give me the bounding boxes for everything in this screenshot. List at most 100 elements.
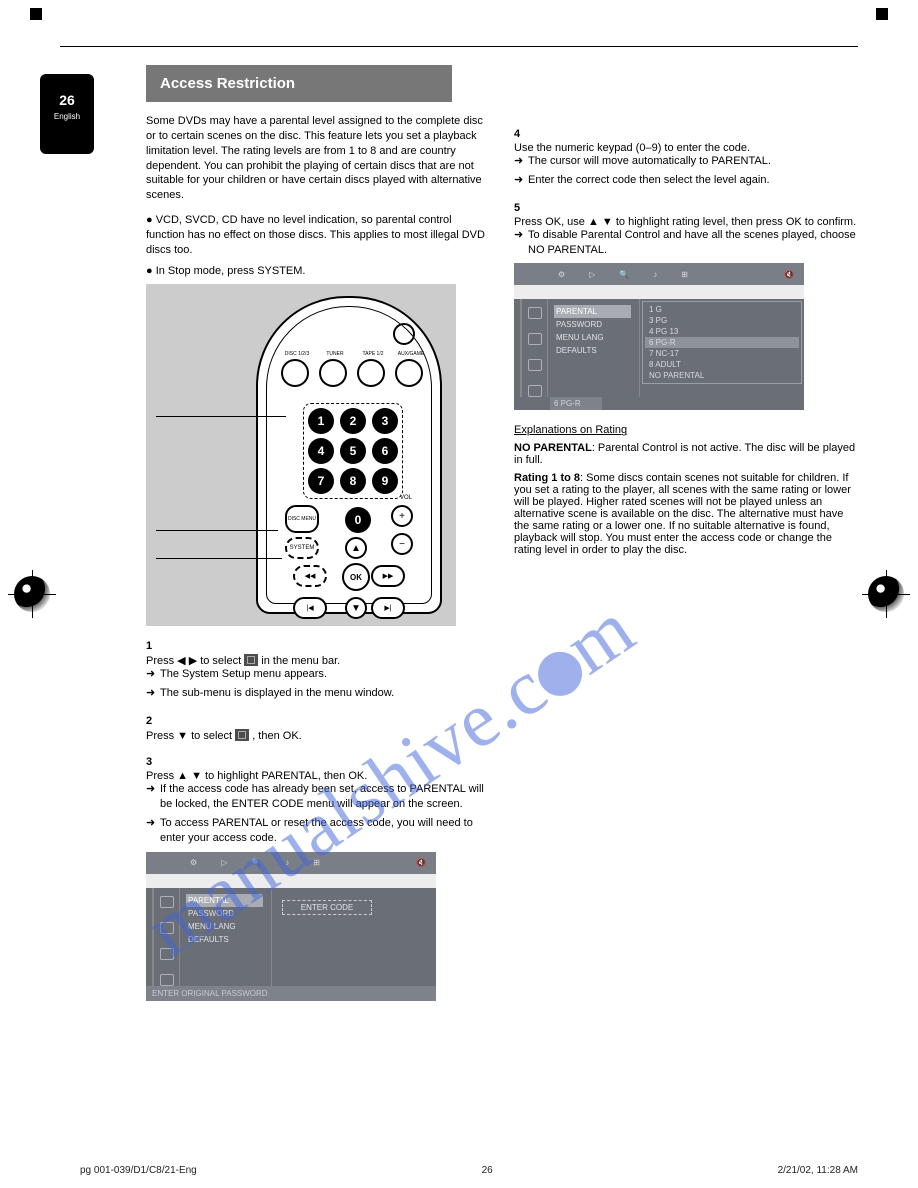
callout-line-system xyxy=(156,530,278,531)
audio-icon: ♪ xyxy=(285,858,289,867)
rating-4pg13: 4 PG 13 xyxy=(645,326,799,337)
src-disc: DISC 1/2/3 xyxy=(281,359,309,387)
key-5: 5 xyxy=(340,438,366,464)
down-button: ▼ xyxy=(345,597,367,619)
osd-menu-left: PARENTAL PASSWORD MENU LANG DEFAULTS xyxy=(548,299,640,397)
arrow-icon: ➜ xyxy=(514,173,528,188)
step3-text: Press ▲ ▼ to highlight PARENTAL, then OK… xyxy=(146,770,490,782)
next-button: ▶| xyxy=(371,597,405,619)
step1-num: 1 xyxy=(146,640,490,652)
osd-topbar: ⚙ ▷ 🔍 ♪ ⊞ 🔇 xyxy=(514,263,804,285)
key-0: 0 xyxy=(345,507,371,533)
osd-item-menulang: MENU LANG xyxy=(188,920,263,933)
video-icon: ⊞ xyxy=(681,270,688,279)
ok-button: OK xyxy=(342,563,370,591)
feature-icon xyxy=(235,729,249,741)
arrow-icon: ➜ xyxy=(146,816,160,846)
footer-right: 2/21/02, 11:28 AM xyxy=(778,1165,858,1176)
sidebar-icon-1 xyxy=(160,896,174,908)
footer: pg 001-039/D1/C8/21-Eng 26 2/21/02, 11:2… xyxy=(80,1165,858,1176)
sidebar-icon-2 xyxy=(528,333,542,345)
top-rule xyxy=(60,46,858,47)
bullet-2: In Stop mode, press SYSTEM. xyxy=(146,264,490,279)
sidebar-icon-4 xyxy=(160,974,174,986)
power-icon xyxy=(393,323,415,345)
osd-topbar: ⚙ ▷ 🔍 ♪ ⊞ 🔇 xyxy=(146,852,436,874)
sidebar-icon-3 xyxy=(528,359,542,371)
remote-diagram: DISC 1/2/3 TUNER TAPE 1/2 AUX/GAME 1 2 3 xyxy=(146,284,456,626)
step5-res: To disable Parental Control and have all… xyxy=(528,228,858,258)
mute-icon: 🔇 xyxy=(416,858,426,867)
sidebar-icon-1 xyxy=(528,307,542,319)
footer-left: pg 001-039/D1/C8/21-Eng xyxy=(80,1165,197,1176)
disc-menu-button: DISC MENU xyxy=(285,505,319,533)
play-icon: ▷ xyxy=(589,270,595,279)
bullet-1: VCD, SVCD, CD have no level indication, … xyxy=(146,213,490,258)
play-icon: ▷ xyxy=(221,858,227,867)
osd-item-defaults: DEFAULTS xyxy=(556,344,631,357)
rating-7nc17: 7 NC-17 xyxy=(645,348,799,359)
step4-res1: The cursor will move automatically to PA… xyxy=(528,154,858,169)
sidebar-icon-2 xyxy=(160,922,174,934)
callout-line-keypad xyxy=(156,416,286,417)
numeric-keypad: 1 2 3 4 5 6 7 8 xyxy=(303,403,403,499)
key-2: 2 xyxy=(340,408,366,434)
osd-item-parental: PARENTAL xyxy=(186,894,263,907)
arrow-icon: ➜ xyxy=(146,686,160,701)
step3-res1: If the access code has already been set,… xyxy=(160,782,490,812)
step4-num: 4 xyxy=(514,128,858,140)
step4-text: Use the numeric keypad (0–9) to enter th… xyxy=(514,142,858,154)
key-7: 7 xyxy=(308,468,334,494)
step2-num: 2 xyxy=(146,715,490,727)
step1-text: Press ◀ ▶ to select in the menu bar. xyxy=(146,654,490,667)
osd-sidebar xyxy=(520,299,548,397)
system-button: SYSTEM xyxy=(285,537,319,559)
mute-icon: 🔇 xyxy=(784,270,794,279)
osd-password-screen: ⚙ ▷ 🔍 ♪ ⊞ 🔇 xyxy=(146,852,436,1001)
osd-enter-code: ENTER CODE xyxy=(282,900,372,915)
rating-6pgr: 6 PG-R xyxy=(645,337,799,348)
step4-res2: Enter the correct code then select the l… xyxy=(528,173,858,188)
osd-item-defaults: DEFAULTS xyxy=(188,933,263,946)
callout-line-ok xyxy=(156,558,282,559)
src-aux: AUX/GAME xyxy=(395,359,423,387)
intro-bullets: VCD, SVCD, CD have no level indication, … xyxy=(146,213,490,278)
step3-num: 3 xyxy=(146,756,490,768)
osd-menu-left: PARENTAL PASSWORD MENU LANG DEFAULTS xyxy=(180,888,272,986)
setup-icon: ⚙ xyxy=(558,270,565,279)
step3-res2: To access PARENTAL or reset the access c… xyxy=(160,816,490,846)
vol-down-button: − xyxy=(391,533,413,555)
step5-num: 5 xyxy=(514,202,858,214)
src-tape: TAPE 1/2 xyxy=(357,359,385,387)
osd-ratings-screen: ⚙ ▷ 🔍 ♪ ⊞ 🔇 xyxy=(514,263,804,410)
key-4: 4 xyxy=(308,438,334,464)
osd-item-parental: PARENTAL xyxy=(554,305,631,318)
step1-sub: The sub-menu is displayed in the menu wi… xyxy=(160,686,490,701)
search-icon: 🔍 xyxy=(619,270,629,279)
step5-text: Press OK, use ▲ ▼ to highlight rating le… xyxy=(514,216,858,228)
key-9: 9 xyxy=(372,468,398,494)
osd-hint: ENTER ORIGINAL PASSWORD xyxy=(146,986,436,1001)
osd-item-menulang: MENU LANG xyxy=(556,331,631,344)
osd-item-password: PASSWORD xyxy=(556,318,631,331)
osd-sidebar xyxy=(152,888,180,986)
sidebar-icon-3 xyxy=(160,948,174,960)
key-8: 8 xyxy=(340,468,366,494)
explain-heading: Explanations on Rating xyxy=(514,424,858,436)
osd-item-password: PASSWORD xyxy=(188,907,263,920)
right-column: 4 Use the numeric keypad (0–9) to enter … xyxy=(514,114,858,1001)
section-header: Access Restriction xyxy=(146,65,452,102)
video-icon: ⊞ xyxy=(313,858,320,867)
rewind-button: ◀◀ xyxy=(293,565,327,587)
setup-icon xyxy=(244,654,258,666)
prev-button: |◀ xyxy=(293,597,327,619)
explain-noparental: NO PARENTAL: Parental Control is not act… xyxy=(514,442,858,466)
vol-label: VOL xyxy=(400,495,412,501)
arrow-icon: ➜ xyxy=(146,782,160,812)
setup-icon: ⚙ xyxy=(190,858,197,867)
up-button: ▲ xyxy=(345,537,367,559)
arrow-icon: ➜ xyxy=(146,667,160,682)
key-6: 6 xyxy=(372,438,398,464)
search-icon: 🔍 xyxy=(251,858,261,867)
explain-rating18: Rating 1 to 8: Some discs contain scenes… xyxy=(514,472,858,556)
